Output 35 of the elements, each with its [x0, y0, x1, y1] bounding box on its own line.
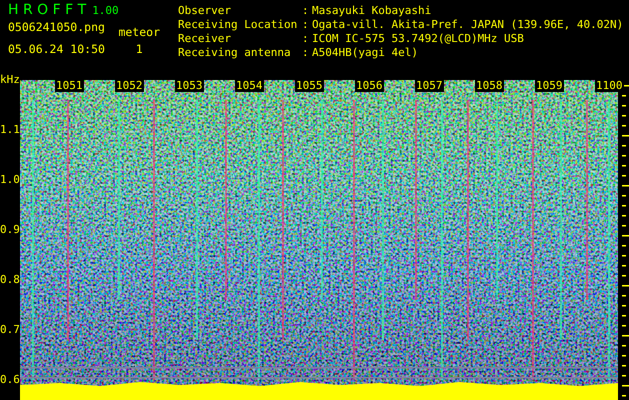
counter-label: meteor — [118, 25, 160, 39]
time-label: 1055 — [295, 80, 324, 92]
separator: : — [302, 46, 310, 60]
info-label: Receiving antenna — [178, 46, 292, 60]
separator: : — [302, 4, 310, 18]
y-tick-label: 1.0 — [0, 173, 20, 186]
time-label: 1056 — [355, 80, 384, 92]
counter-value: 1 — [136, 42, 143, 56]
time-label: 1052 — [115, 80, 144, 92]
time-label: 1058 — [475, 80, 504, 92]
app-title: H R O F F T — [8, 2, 86, 18]
axis-unit: kHz — [0, 73, 20, 86]
y-tick-label: 0.6 — [0, 373, 20, 386]
info-label: Receiver — [178, 32, 232, 46]
version-label: 1.00 — [92, 4, 119, 17]
separator: : — [302, 18, 310, 32]
info-value: ICOM IC-575 53.7492(@LCD)MHz USB — [312, 32, 524, 46]
info-label: Receiving Location — [178, 18, 298, 32]
info-label: Observer — [178, 4, 232, 18]
separator: : — [302, 32, 310, 46]
time-label: 1054 — [235, 80, 264, 92]
time-label: 1051 — [55, 80, 84, 92]
y-tick-label: 0.8 — [0, 273, 20, 286]
time-label: 1053 — [175, 80, 204, 92]
filename-label: 0506241050.png — [8, 20, 105, 34]
datetime-label: 05.06.24 10:50 — [8, 42, 105, 56]
y-tick-label: 0.9 — [0, 223, 20, 236]
y-tick-label: 1.1 — [0, 123, 20, 136]
info-value: A504HB(yagi 4el) — [312, 46, 418, 60]
time-label: 1100 — [595, 80, 624, 92]
info-value: Ogata-vill. Akita-Pref. JAPAN (139.96E, 40.02N) — [312, 18, 624, 32]
info-value: Masayuki Kobayashi — [312, 4, 432, 18]
time-label: 1059 — [535, 80, 564, 92]
time-label: 1057 — [415, 80, 444, 92]
y-tick-label: 0.7 — [0, 323, 20, 336]
